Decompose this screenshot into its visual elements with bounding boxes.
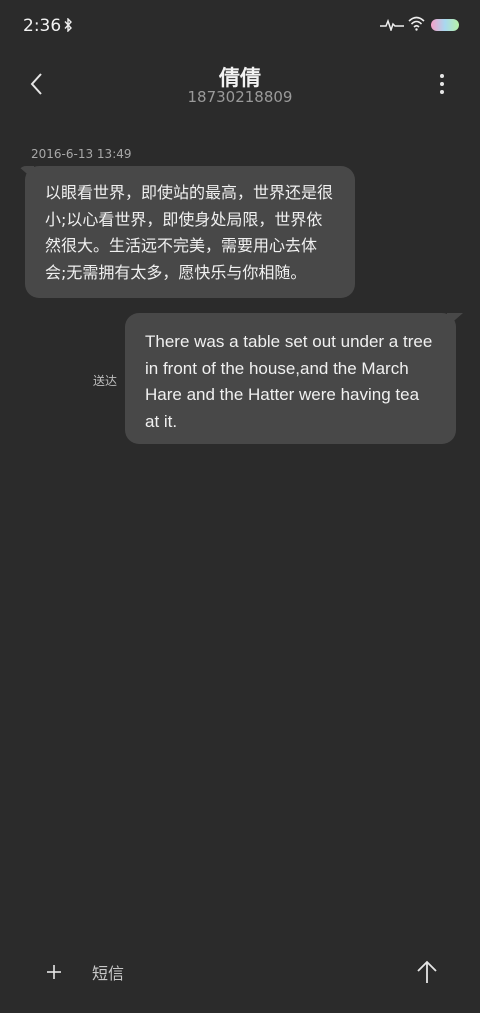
incoming-message-bubble[interactable]: 以眼看世界，即使站的最高，世界还是很 小;以心看世界，即使身处局限，世界依 然很…: [25, 166, 355, 298]
message-line: in front of the house,and the March: [145, 358, 409, 378]
message-timestamp: 2016-6-13 13:49: [31, 147, 132, 161]
message-input[interactable]: [92, 959, 392, 987]
app-header: 倩倩 18730218809: [0, 52, 480, 122]
message-line: There was a table set out under a tree: [145, 332, 433, 351]
status-bar: 2:36: [0, 0, 480, 52]
activity-icon: [380, 19, 404, 31]
delivered-status: 送达: [93, 374, 118, 388]
message-line: 然很大。生活远不完美，需要用心去体: [45, 236, 318, 255]
contact-number: 18730218809: [187, 88, 293, 106]
outgoing-message-bubble[interactable]: There was a table set out under a tree i…: [125, 313, 456, 444]
message-line: 以眼看世界，即使站的最高，世界还是很: [45, 183, 334, 202]
status-time: 2:36: [23, 16, 62, 36]
composer-bar: [0, 945, 480, 1005]
message-line: 小;以心看世界，即使身处局限，世界依: [45, 209, 323, 229]
more-vert-icon[interactable]: [432, 72, 452, 96]
bluetooth-icon: [64, 18, 72, 32]
plus-icon[interactable]: [43, 961, 65, 983]
wifi-icon: [408, 16, 425, 31]
message-line: 会;无需拥有太多，愿快乐与你相随。: [45, 262, 307, 282]
message-line: Hare and the Hatter were having tea: [145, 385, 420, 404]
arrow-up-icon[interactable]: [414, 959, 440, 985]
message-line: at it.: [145, 411, 178, 431]
battery-icon: [431, 19, 459, 31]
